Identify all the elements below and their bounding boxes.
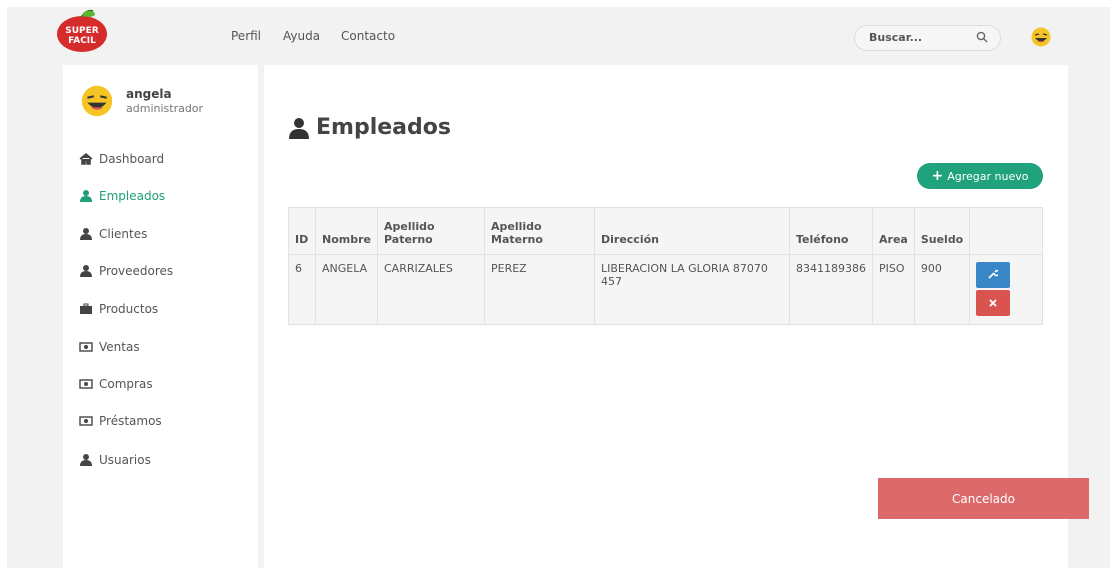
sidebar-item-clientes[interactable]: Clientes [79, 224, 147, 244]
nav-contacto[interactable]: Contacto [341, 29, 395, 43]
delete-button[interactable] [976, 290, 1011, 316]
super-facil-logo[interactable]: SUPER FACIL [53, 9, 111, 53]
search-box[interactable] [854, 25, 1001, 51]
toast-message: Cancelado [952, 491, 1015, 506]
cell-id: 6 [288, 254, 316, 325]
sidebar-item-productos[interactable]: Productos [79, 299, 158, 319]
header-apellido-materno: Apellido Materno [484, 207, 595, 255]
user-role: administrador [126, 102, 204, 115]
nav-perfil[interactable]: Perfil [231, 29, 261, 43]
cell-telefono: 8341189386 [789, 254, 873, 325]
header-actions [969, 207, 1043, 255]
cell-area: PISO [872, 254, 915, 325]
cell-sueldo: 900 [913, 254, 971, 325]
briefcase-icon [80, 303, 92, 314]
add-new-button[interactable]: + Agregar nuevo [917, 163, 1043, 189]
header-area: Area [872, 207, 915, 255]
sidebar-item-label: Productos [99, 302, 159, 316]
cell-materno: PEREZ [484, 254, 595, 325]
sidebar-item-compras[interactable]: Compras [79, 374, 153, 394]
sidebar-item-label: Usuarios [99, 453, 151, 467]
sidebar-item-label: Préstamos [99, 414, 162, 428]
employees-table: ID Nombre Apellido Paterno Apellido Mate… [288, 207, 1043, 325]
toast-notification[interactable]: Cancelado [878, 478, 1089, 519]
sidebar-item-prestamos[interactable]: Préstamos [79, 411, 162, 431]
plus-icon: + [931, 168, 944, 184]
user-icon [80, 265, 92, 277]
nav-ayuda[interactable]: Ayuda [283, 29, 320, 43]
sidebar-item-label: Empleados [99, 189, 166, 203]
sidebar-item-ventas[interactable]: Ventas [79, 337, 140, 357]
search-input[interactable] [869, 31, 969, 44]
cell-nombre: ANGELA [315, 254, 378, 325]
user-icon [289, 117, 309, 139]
sidebar-item-label: Dashboard [99, 152, 165, 166]
user-name: angela [126, 87, 172, 101]
header-direccion: Dirección [594, 207, 790, 255]
laughing-emoji-icon[interactable] [1031, 27, 1051, 47]
table-row: 6 ANGELA CARRIZALES PEREZ LIBERACION LA … [288, 254, 1043, 325]
sidebar-item-label: Clientes [99, 227, 148, 241]
sidebar-item-usuarios[interactable]: Usuarios [79, 450, 151, 470]
header-telefono: Teléfono [789, 207, 873, 255]
sidebar-item-dashboard[interactable]: Dashboard [79, 149, 164, 169]
sidebar-item-proveedores[interactable]: Proveedores [79, 261, 173, 281]
cell-paterno: CARRIZALES [377, 254, 485, 325]
home-icon [79, 153, 93, 165]
header-nombre: Nombre [315, 207, 378, 255]
sidebar-item-label: Proveedores [99, 264, 174, 278]
laughing-emoji-icon [81, 85, 113, 117]
table-header-row: ID Nombre Apellido Paterno Apellido Mate… [288, 207, 1043, 255]
header-apellido-paterno: Apellido Paterno [377, 207, 485, 255]
cell-actions [969, 254, 1043, 325]
search-icon[interactable] [976, 31, 988, 43]
header-sueldo: Sueldo [913, 207, 971, 255]
money-icon [79, 416, 93, 426]
cell-direccion: LIBERACION LA GLORIA 87070 457 [594, 254, 790, 325]
sidebar-item-empleados[interactable]: Empleados [79, 186, 165, 206]
user-icon [80, 454, 92, 466]
page-title-text: Empleados [316, 115, 451, 140]
sidebar-item-label: Compras [99, 377, 153, 391]
user-icon [80, 190, 92, 202]
money-icon [79, 342, 93, 352]
money-icon [79, 379, 93, 389]
sidebar-item-label: Ventas [99, 340, 140, 354]
edit-button[interactable] [976, 262, 1011, 288]
sidebar: angela administrador Dashboard Empleados… [63, 65, 258, 568]
svg-text:FACIL: FACIL [68, 36, 96, 46]
wrench-icon [988, 269, 1001, 279]
page-title: Empleados [288, 115, 451, 140]
add-new-label: Agregar nuevo [947, 169, 1029, 183]
close-icon [989, 299, 997, 307]
user-icon [80, 228, 92, 240]
svg-text:SUPER: SUPER [65, 26, 99, 36]
header-id: ID [288, 207, 316, 255]
